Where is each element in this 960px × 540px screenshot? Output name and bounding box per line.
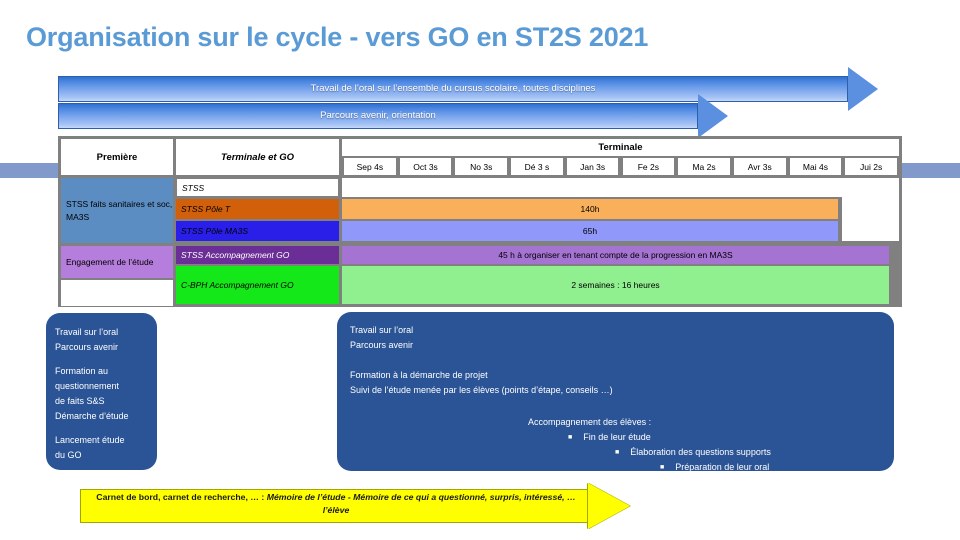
box-left-line-7: Démarche d’étude [55,411,129,421]
row-name-4: STSS Accompagnement GO [176,246,339,264]
box-premiere-activities: Travail sur l’oral Parcours avenir Format… [46,313,157,470]
group-cell-3 [61,280,173,306]
row-name-5: C-BPH Accompagnement GO [176,266,339,304]
box-right-bullet-2: ■ Élaboration des questions supports [350,445,884,460]
box-left-line-1: Travail sur l’oral [55,327,119,337]
group-cell-2: Engagement de l’étude [61,246,173,278]
header-premiere: Première [61,139,173,175]
box-right-line3: Formation à la démarche de projet [350,370,488,380]
box-left-line-6: de faits S&S [55,396,105,406]
header-terminale-et-go: Terminale et GO [176,139,339,175]
bullet-icon: ■ [568,434,573,442]
box-left-line-4: Formation au [55,366,109,376]
row-name-2: STSS Pôle T [176,199,339,219]
bullet-3-label: Préparation de leur oral [675,462,770,473]
row-name-3: STSS Pôle MA3S [176,221,339,241]
month-cell-ma-2s: Ma 2s [678,158,730,175]
arrow-travail-oral: Travail de l’oral sur l’ensemble du curs… [58,67,878,111]
empty-cell-jui [842,178,899,241]
spacer-line-2 [350,398,884,415]
yellow-bold-part: Carnet de bord, carnet de recherche, … : [96,492,267,502]
bullet-icon: ■ [615,449,620,457]
row-bar-5: 2 semaines : 16 heures [342,266,889,304]
bullet-icon: ■ [660,464,665,472]
month-cell-avr-3s: Avr 3s [733,158,786,175]
header-terminale: Terminale [342,139,899,156]
group-cell-1: STSS faits sanitaires et soc, MA3S [61,178,173,243]
page-title: Organisation sur le cycle - vers GO en S… [26,22,649,52]
month-cell-oct-3s: Oct 3s [399,158,452,175]
box-right-line1: Travail sur l’oral [350,325,414,335]
arrow-head-icon [698,94,728,138]
row-bar-2: 140h [342,199,838,219]
box-right-accompagnement: Accompagnement des élèves : [528,417,652,427]
month-cell-mai-4s: Mai 4s [789,158,842,175]
month-cell-fe-2s: Fe 2s [622,158,675,175]
bullet-1-label: Fin de leur étude [583,432,651,442]
row-bar-1 [342,178,899,197]
month-cell-no-3s: No 3s [455,158,508,175]
box-left-line-5: questionnement [55,381,120,391]
box-right-line4: Suivi de l’étude menée par les élèves (p… [350,385,613,395]
box-right-line2: Parcours avenir [350,340,414,350]
row-name-1: STSS [176,178,339,197]
arrow-label: Parcours avenir, orientation [320,110,436,121]
row-bar-4: 45 h à organiser en tenant compte de la … [342,246,889,264]
box-left-line-10: du GO [55,450,82,460]
arrow-label: Travail de l’oral sur l’ensemble du curs… [310,83,596,94]
arrow-head-icon [848,67,878,111]
bullet-2-label: Élaboration des questions supports [630,447,771,458]
month-cell-jan-3s: Jan 3s [566,158,619,175]
month-cell-d-3-s: Dé 3 s [511,158,563,175]
box-terminale-activities: Travail sur l’oral Parcours avenir Forma… [337,312,894,472]
month-cell-sep-4s: Sep 4s [344,158,396,175]
box-left-lines: Travail sur l’oral Parcours avenir Format… [55,325,149,463]
schedule-table: Première Terminale et GO Terminale Sep 4… [58,136,902,307]
arrow-head-icon [588,483,630,529]
yellow-italic-part: Mémoire de l’étude - Mémoire de ce qui a… [266,492,576,515]
box-right-bullet-3: ■ Préparation de leur oral [350,460,884,475]
month-cell-jui-2s: Jui 2s [845,158,897,175]
box-left-line-2: Parcours avenir [55,342,119,352]
box-right-bullet-1: ■ Fin de leur étude [350,430,884,445]
yellow-arrow-label: Carnet de bord, carnet de recherche, … :… [88,491,584,517]
yellow-arrow-carnet: Carnet de bord, carnet de recherche, … :… [80,483,660,530]
arrow-parcours-avenir: Parcours avenir, orientation [58,94,758,138]
box-left-line-9: Lancement étude [55,435,125,445]
row-bar-3: 65h [342,221,838,241]
